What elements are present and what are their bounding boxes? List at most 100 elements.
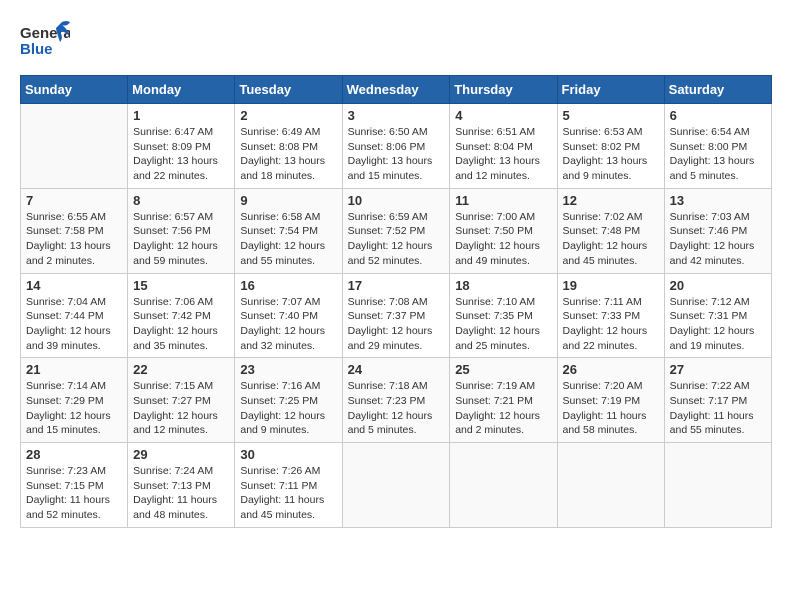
calendar-day-cell: 28 Sunrise: 7:23 AM Sunset: 7:15 PM Dayli… [21, 443, 128, 528]
calendar-day-cell [342, 443, 450, 528]
day-number: 15 [133, 278, 229, 293]
calendar-day-cell: 10 Sunrise: 6:59 AM Sunset: 7:52 PM Dayli… [342, 188, 450, 273]
day-number: 25 [455, 362, 551, 377]
calendar-day-cell [664, 443, 771, 528]
calendar-week-row: 21 Sunrise: 7:14 AM Sunset: 7:29 PM Dayli… [21, 358, 772, 443]
calendar-week-row: 7 Sunrise: 6:55 AM Sunset: 7:58 PM Daylig… [21, 188, 772, 273]
calendar-day-cell: 17 Sunrise: 7:08 AM Sunset: 7:37 PM Dayli… [342, 273, 450, 358]
day-number: 11 [455, 193, 551, 208]
day-info: Sunrise: 7:26 AM Sunset: 7:11 PM Dayligh… [240, 464, 336, 523]
calendar-day-cell: 22 Sunrise: 7:15 AM Sunset: 7:27 PM Dayli… [128, 358, 235, 443]
logo: General Blue [20, 20, 70, 65]
day-info: Sunrise: 7:11 AM Sunset: 7:33 PM Dayligh… [563, 295, 659, 354]
day-info: Sunrise: 6:58 AM Sunset: 7:54 PM Dayligh… [240, 210, 336, 269]
day-info: Sunrise: 7:03 AM Sunset: 7:46 PM Dayligh… [670, 210, 766, 269]
calendar-day-cell: 26 Sunrise: 7:20 AM Sunset: 7:19 PM Dayli… [557, 358, 664, 443]
day-number: 29 [133, 447, 229, 462]
day-info: Sunrise: 7:22 AM Sunset: 7:17 PM Dayligh… [670, 379, 766, 438]
calendar-day-cell: 3Sunrise: 6:50 AM Sunset: 8:06 PM Daylig… [342, 104, 450, 189]
calendar-day-cell: 16Sunrise: 7:07 AM Sunset: 7:40 PM Dayli… [235, 273, 342, 358]
day-info: Sunrise: 7:23 AM Sunset: 7:15 PM Dayligh… [26, 464, 122, 523]
calendar-header-row: SundayMondayTuesdayWednesdayThursdayFrid… [21, 76, 772, 104]
day-of-week-header: Thursday [450, 76, 557, 104]
day-info: Sunrise: 6:54 AM Sunset: 8:00 PM Dayligh… [670, 125, 766, 184]
calendar-day-cell: 11 Sunrise: 7:00 AM Sunset: 7:50 PM Dayli… [450, 188, 557, 273]
calendar-day-cell: 12 Sunrise: 7:02 AM Sunset: 7:48 PM Dayli… [557, 188, 664, 273]
day-number: 24 [348, 362, 445, 377]
calendar-day-cell: 7 Sunrise: 6:55 AM Sunset: 7:58 PM Daylig… [21, 188, 128, 273]
day-number: 23 [240, 362, 336, 377]
day-number: 26 [563, 362, 659, 377]
calendar-day-cell: 25 Sunrise: 7:19 AM Sunset: 7:21 PM Dayli… [450, 358, 557, 443]
day-number: 7 [26, 193, 122, 208]
day-of-week-header: Monday [128, 76, 235, 104]
calendar-week-row: 14 Sunrise: 7:04 AM Sunset: 7:44 PM Dayli… [21, 273, 772, 358]
day-of-week-header: Saturday [664, 76, 771, 104]
day-info: Sunrise: 7:20 AM Sunset: 7:19 PM Dayligh… [563, 379, 659, 438]
svg-text:Blue: Blue [20, 41, 53, 58]
day-of-week-header: Sunday [21, 76, 128, 104]
calendar-day-cell: 18 Sunrise: 7:10 AM Sunset: 7:35 PM Dayli… [450, 273, 557, 358]
day-number: 20 [670, 278, 766, 293]
calendar-day-cell: 30 Sunrise: 7:26 AM Sunset: 7:11 PM Dayli… [235, 443, 342, 528]
day-info: Sunrise: 6:57 AM Sunset: 7:56 PM Dayligh… [133, 210, 229, 269]
day-number: 13 [670, 193, 766, 208]
day-of-week-header: Tuesday [235, 76, 342, 104]
day-info: Sunrise: 6:55 AM Sunset: 7:58 PM Dayligh… [26, 210, 122, 269]
day-info: Sunrise: 7:19 AM Sunset: 7:21 PM Dayligh… [455, 379, 551, 438]
day-info: Sunrise: 7:04 AM Sunset: 7:44 PM Dayligh… [26, 295, 122, 354]
day-info: Sunrise: 7:08 AM Sunset: 7:37 PM Dayligh… [348, 295, 445, 354]
day-info: Sunrise: 6:59 AM Sunset: 7:52 PM Dayligh… [348, 210, 445, 269]
day-info: Sunrise: 7:00 AM Sunset: 7:50 PM Dayligh… [455, 210, 551, 269]
day-of-week-header: Friday [557, 76, 664, 104]
day-number: 27 [670, 362, 766, 377]
day-info: Sunrise: 7:02 AM Sunset: 7:48 PM Dayligh… [563, 210, 659, 269]
calendar-day-cell: 15 Sunrise: 7:06 AM Sunset: 7:42 PM Dayli… [128, 273, 235, 358]
day-number: 10 [348, 193, 445, 208]
calendar-day-cell: 27 Sunrise: 7:22 AM Sunset: 7:17 PM Dayli… [664, 358, 771, 443]
calendar-day-cell: 13 Sunrise: 7:03 AM Sunset: 7:46 PM Dayli… [664, 188, 771, 273]
calendar-day-cell: 19 Sunrise: 7:11 AM Sunset: 7:33 PM Dayli… [557, 273, 664, 358]
calendar-day-cell: 5 Sunrise: 6:53 AM Sunset: 8:02 PM Daylig… [557, 104, 664, 189]
calendar-day-cell: 21 Sunrise: 7:14 AM Sunset: 7:29 PM Dayli… [21, 358, 128, 443]
day-info: Sunrise: 7:14 AM Sunset: 7:29 PM Dayligh… [26, 379, 122, 438]
day-info: Sunrise: 7:15 AM Sunset: 7:27 PM Dayligh… [133, 379, 229, 438]
day-number: 30 [240, 447, 336, 462]
day-info: Sunrise: 6:51 AM Sunset: 8:04 PM Dayligh… [455, 125, 551, 184]
day-number: 21 [26, 362, 122, 377]
day-info: Sunrise: 6:47 AM Sunset: 8:09 PM Dayligh… [133, 125, 229, 184]
calendar-day-cell: 23 Sunrise: 7:16 AM Sunset: 7:25 PM Dayli… [235, 358, 342, 443]
day-number: 28 [26, 447, 122, 462]
day-number: 22 [133, 362, 229, 377]
calendar-day-cell: 14 Sunrise: 7:04 AM Sunset: 7:44 PM Dayli… [21, 273, 128, 358]
day-number: 19 [563, 278, 659, 293]
day-number: 1 [133, 108, 229, 123]
day-number: 2 [240, 108, 336, 123]
day-info: Sunrise: 7:10 AM Sunset: 7:35 PM Dayligh… [455, 295, 551, 354]
calendar-day-cell: 24Sunrise: 7:18 AM Sunset: 7:23 PM Dayli… [342, 358, 450, 443]
calendar-day-cell: 20Sunrise: 7:12 AM Sunset: 7:31 PM Dayli… [664, 273, 771, 358]
day-number: 4 [455, 108, 551, 123]
day-info: Sunrise: 7:16 AM Sunset: 7:25 PM Dayligh… [240, 379, 336, 438]
day-number: 17 [348, 278, 445, 293]
day-number: 5 [563, 108, 659, 123]
logo-icon: General Blue [20, 20, 70, 65]
day-info: Sunrise: 6:49 AM Sunset: 8:08 PM Dayligh… [240, 125, 336, 184]
calendar-day-cell: 6Sunrise: 6:54 AM Sunset: 8:00 PM Daylig… [664, 104, 771, 189]
day-number: 3 [348, 108, 445, 123]
day-number: 18 [455, 278, 551, 293]
calendar-week-row: 28 Sunrise: 7:23 AM Sunset: 7:15 PM Dayli… [21, 443, 772, 528]
calendar-day-cell: 9 Sunrise: 6:58 AM Sunset: 7:54 PM Daylig… [235, 188, 342, 273]
day-number: 14 [26, 278, 122, 293]
calendar-day-cell: 2 Sunrise: 6:49 AM Sunset: 8:08 PM Daylig… [235, 104, 342, 189]
calendar-day-cell: 4 Sunrise: 6:51 AM Sunset: 8:04 PM Daylig… [450, 104, 557, 189]
calendar-week-row: 1 Sunrise: 6:47 AM Sunset: 8:09 PM Daylig… [21, 104, 772, 189]
day-number: 9 [240, 193, 336, 208]
day-info: Sunrise: 7:06 AM Sunset: 7:42 PM Dayligh… [133, 295, 229, 354]
day-info: Sunrise: 6:53 AM Sunset: 8:02 PM Dayligh… [563, 125, 659, 184]
day-number: 12 [563, 193, 659, 208]
calendar-day-cell: 29Sunrise: 7:24 AM Sunset: 7:13 PM Dayli… [128, 443, 235, 528]
calendar-day-cell [21, 104, 128, 189]
day-of-week-header: Wednesday [342, 76, 450, 104]
calendar-day-cell: 8Sunrise: 6:57 AM Sunset: 7:56 PM Daylig… [128, 188, 235, 273]
